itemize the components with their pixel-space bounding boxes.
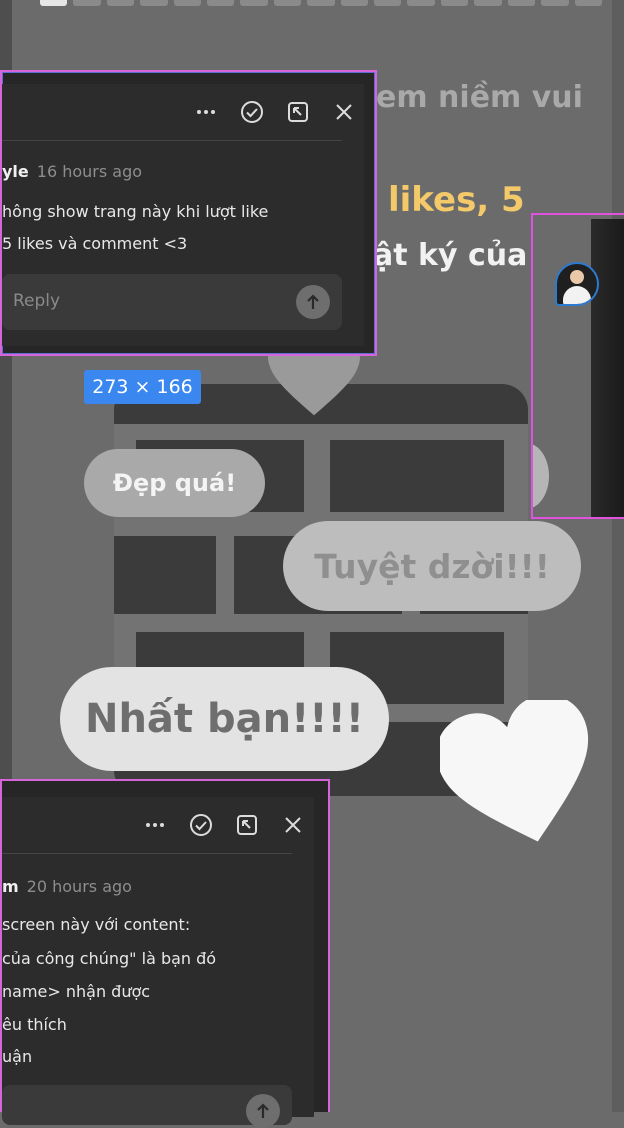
resolve-check-icon[interactable] — [189, 813, 213, 837]
story-progress-bar — [40, 0, 602, 6]
progress-segment — [574, 0, 602, 6]
close-icon[interactable] — [281, 813, 305, 837]
comment-text-line: hông show trang này khi lượt like — [2, 202, 269, 221]
more-icon[interactable] — [194, 100, 218, 124]
comment-text-line: uận — [2, 1047, 33, 1066]
comment-avatar[interactable] — [555, 262, 599, 306]
comment-popup-top[interactable]: yle 16 hours ago hông show trang này khi … — [0, 70, 377, 356]
progress-segment — [207, 0, 235, 6]
progress-segment — [273, 0, 302, 6]
comment-text-line: 5 likes và comment <3 — [2, 234, 188, 253]
avatar-head — [570, 270, 584, 284]
progress-segment — [541, 0, 569, 6]
side-image — [591, 219, 624, 517]
progress-segment — [40, 0, 68, 6]
reply-input[interactable] — [2, 1085, 292, 1128]
open-in-icon[interactable] — [235, 813, 259, 837]
comment-toolbar — [194, 100, 356, 124]
comment-text-line: screen này với content: — [2, 915, 191, 934]
progress-segment — [307, 0, 335, 6]
reaction-bubble[interactable]: Tuyệt dzời!!! — [283, 521, 581, 611]
progress-segment — [106, 0, 135, 6]
progress-segment — [474, 0, 502, 6]
reaction-bubble[interactable]: Nhất bạn!!!! — [60, 667, 389, 771]
progress-segment — [507, 0, 536, 6]
comment-panel: yle 16 hours ago hông show trang này khi … — [2, 84, 364, 346]
comment-author-row: yle 16 hours ago — [2, 162, 142, 181]
reply-input[interactable]: Reply — [2, 274, 342, 330]
comment-author: m — [2, 877, 19, 896]
progress-segment — [440, 0, 469, 6]
avatar-body — [563, 286, 591, 304]
heart-icon — [440, 700, 589, 842]
resolve-check-icon[interactable] — [240, 100, 264, 124]
progress-segment — [73, 0, 101, 6]
progress-segment — [173, 0, 202, 6]
more-icon[interactable] — [143, 813, 167, 837]
story-text-line-1: em niềm vui — [376, 80, 583, 115]
comment-author: yle — [2, 162, 29, 181]
close-icon[interactable] — [332, 100, 356, 124]
comment-author-row: m 20 hours ago — [2, 877, 132, 896]
progress-segment — [374, 0, 402, 6]
comment-popup-bottom[interactable]: m 20 hours ago screen này với content: củ… — [0, 779, 330, 1128]
story-text-highlight: likes, 5 — [388, 180, 525, 220]
progress-segment — [240, 0, 268, 6]
comment-panel: m 20 hours ago screen này với content: củ… — [2, 797, 314, 1128]
progress-segment — [407, 0, 435, 6]
comment-text-line: êu thích — [2, 1015, 67, 1034]
comment-text-line: name> nhận được — [2, 982, 151, 1001]
comment-text-line: của công chúng" là bạn đó — [2, 949, 217, 968]
comment-time: 20 hours ago — [26, 877, 132, 896]
right-edge-strip — [612, 0, 624, 1112]
grid-cell — [114, 536, 216, 614]
side-arc — [533, 443, 549, 509]
reply-placeholder: Reply — [13, 291, 61, 311]
dimension-badge: 273 × 166 — [84, 370, 201, 404]
progress-segment — [340, 0, 369, 6]
selected-frame[interactable] — [531, 213, 624, 519]
send-arrow-icon[interactable] — [246, 1094, 280, 1128]
progress-segment — [140, 0, 168, 6]
send-arrow-icon[interactable] — [296, 285, 330, 319]
comment-toolbar — [143, 813, 305, 837]
open-in-icon[interactable] — [286, 100, 310, 124]
grid-cell — [330, 440, 504, 512]
comment-time: 16 hours ago — [36, 162, 143, 181]
divider — [2, 853, 292, 854]
story-text-line-3: ật ký của — [373, 238, 528, 273]
divider — [2, 140, 342, 141]
reaction-bubble[interactable]: Đẹp quá! — [84, 449, 265, 517]
